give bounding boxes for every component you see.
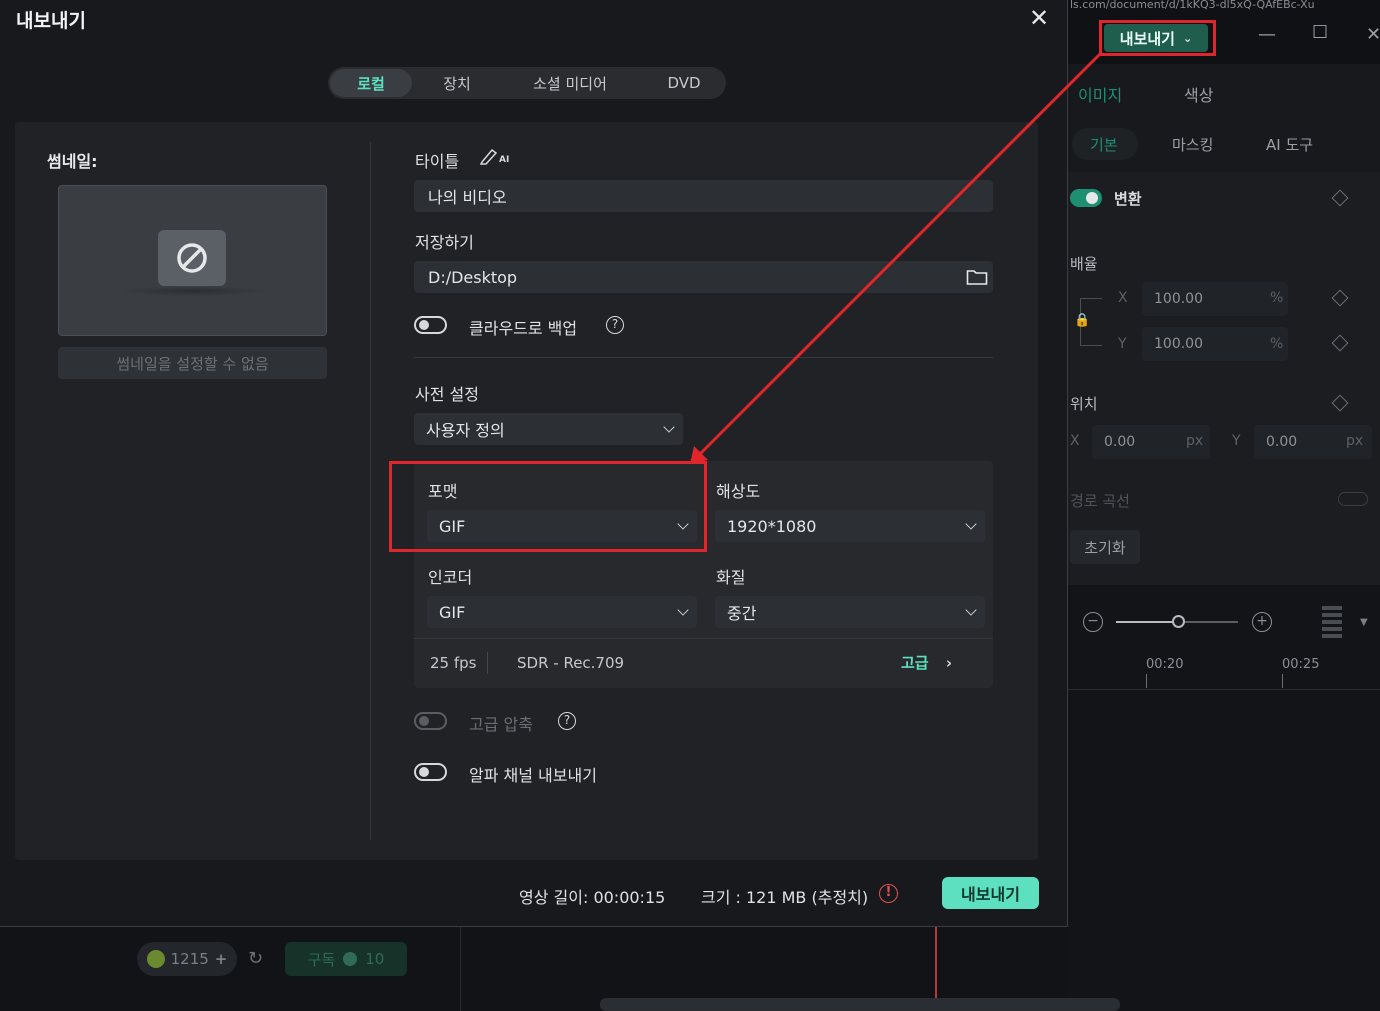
annotation-arrow: [690, 52, 1102, 464]
